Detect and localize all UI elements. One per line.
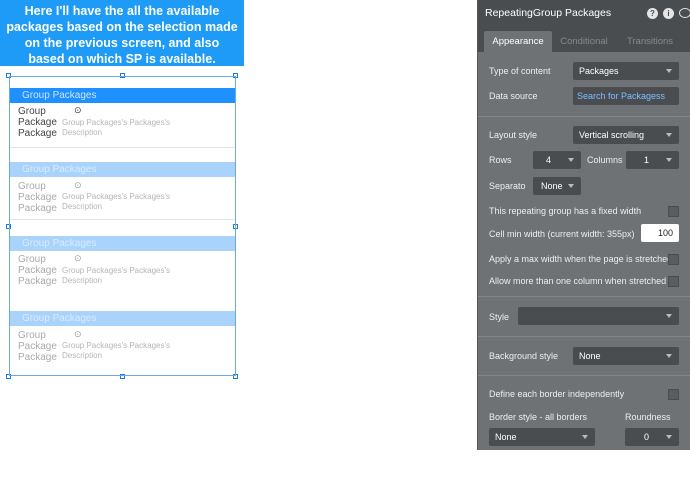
- chevron-down-icon: [666, 69, 672, 73]
- cell-header: Group Packages: [10, 88, 235, 103]
- repeating-group-cell[interactable]: Group Packages Group Package Package ⊙ Gro…: [10, 162, 235, 214]
- group-text: Group Package Package: [18, 106, 57, 139]
- more-columns-checkbox[interactable]: [668, 276, 679, 287]
- clock-icon: ⊙: [74, 253, 82, 263]
- background-style-dropdown[interactable]: None: [573, 347, 679, 365]
- chevron-down-icon: [582, 435, 588, 439]
- divider: [478, 336, 690, 337]
- background-style-label: Background style: [489, 351, 559, 361]
- description-text: Group Packages's Packages's Description: [62, 341, 170, 360]
- repeating-group-cell[interactable]: Group Packages Group Package Package ⊙ Gro…: [10, 236, 235, 287]
- repeating-group-cell[interactable]: Group Packages Group Package Package ⊙ Gro…: [10, 88, 235, 139]
- border-style-dropdown[interactable]: None: [489, 428, 595, 446]
- data-source-expression[interactable]: Search for Packagess: [573, 87, 679, 105]
- help-icon[interactable]: ?: [647, 8, 658, 19]
- chevron-down-icon: [666, 435, 672, 439]
- cell-header: Group Packages: [10, 162, 235, 177]
- separator-dropdown[interactable]: None: [533, 177, 581, 195]
- callout-note: Here I'll have the all the available pac…: [0, 0, 244, 66]
- roundness-dropdown[interactable]: 0: [625, 428, 679, 446]
- repeating-group-packages[interactable]: Group Packages Group Package Package ⊙ Gro…: [9, 76, 236, 376]
- border-style-label: Border style - all borders: [489, 412, 588, 422]
- divider: [478, 375, 690, 376]
- roundness-label: Roundness: [625, 412, 671, 422]
- max-width-checkbox[interactable]: [668, 254, 679, 265]
- description-text: Group Packages's Packages's Description: [62, 118, 170, 137]
- group-text: Group Package Package: [18, 254, 57, 287]
- style-dropdown[interactable]: [518, 307, 679, 325]
- columns-dropdown[interactable]: 1: [626, 151, 679, 169]
- cell-min-width-input[interactable]: 100: [641, 224, 679, 242]
- chevron-down-icon: [568, 184, 574, 188]
- data-source-label: Data source: [489, 91, 538, 101]
- columns-label: Columns: [587, 155, 623, 165]
- divider: [10, 147, 235, 148]
- border-independent-checkbox[interactable]: [668, 389, 679, 400]
- chevron-down-icon: [568, 158, 574, 162]
- tab-conditional[interactable]: Conditional: [554, 31, 614, 52]
- description-text: Group Packages's Packages's Description: [62, 266, 170, 285]
- cell-header: Group Packages: [10, 236, 235, 251]
- cell-min-width-label: Cell min width (current width: 355px): [489, 229, 635, 239]
- chevron-down-icon: [666, 158, 672, 162]
- rows-dropdown[interactable]: 4: [533, 151, 581, 169]
- layout-style-dropdown[interactable]: Vertical scrolling: [573, 126, 679, 144]
- tab-appearance[interactable]: Appearance: [484, 31, 552, 52]
- tab-transitions[interactable]: Transitions: [618, 31, 682, 52]
- divider: [10, 219, 235, 220]
- property-editor-panel: RepeatingGroup Packages ? i Appearance C…: [477, 0, 690, 450]
- group-text: Group Package Package: [18, 330, 57, 363]
- fixed-width-checkbox[interactable]: [668, 206, 679, 217]
- clock-icon: ⊙: [74, 105, 82, 115]
- clock-icon: ⊙: [74, 180, 82, 190]
- divider: [478, 296, 690, 297]
- style-label: Style: [489, 312, 510, 322]
- description-text: Group Packages's Packages's Description: [62, 192, 170, 211]
- clock-icon: ⊙: [74, 329, 82, 339]
- chevron-down-icon: [666, 133, 672, 137]
- panel-title: RepeatingGroup Packages: [478, 0, 690, 27]
- more-columns-label: Allow more than one column when stretche…: [489, 276, 667, 286]
- type-of-content-dropdown[interactable]: Packages: [573, 62, 679, 80]
- cell-header: Group Packages: [10, 311, 235, 326]
- fixed-width-label: This repeating group has a fixed width: [489, 206, 642, 216]
- layout-style-label: Layout style: [489, 130, 538, 140]
- group-text: Group Package Package: [18, 181, 57, 214]
- chevron-down-icon: [666, 314, 672, 318]
- info-icon[interactable]: i: [663, 8, 674, 19]
- max-width-label: Apply a max width when the page is stret…: [489, 254, 673, 264]
- panel-tabs: Appearance Conditional Transitions: [478, 27, 690, 52]
- type-of-content-label: Type of content: [489, 66, 551, 76]
- border-independent-label: Define each border independently: [489, 389, 625, 399]
- divider: [478, 116, 690, 117]
- chevron-down-icon: [666, 354, 672, 358]
- separator-label: Separato: [489, 181, 526, 191]
- rows-label: Rows: [489, 155, 512, 165]
- comment-icon[interactable]: [679, 8, 690, 18]
- repeating-group-cell[interactable]: Group Packages Group Package Package ⊙ Gro…: [10, 311, 235, 363]
